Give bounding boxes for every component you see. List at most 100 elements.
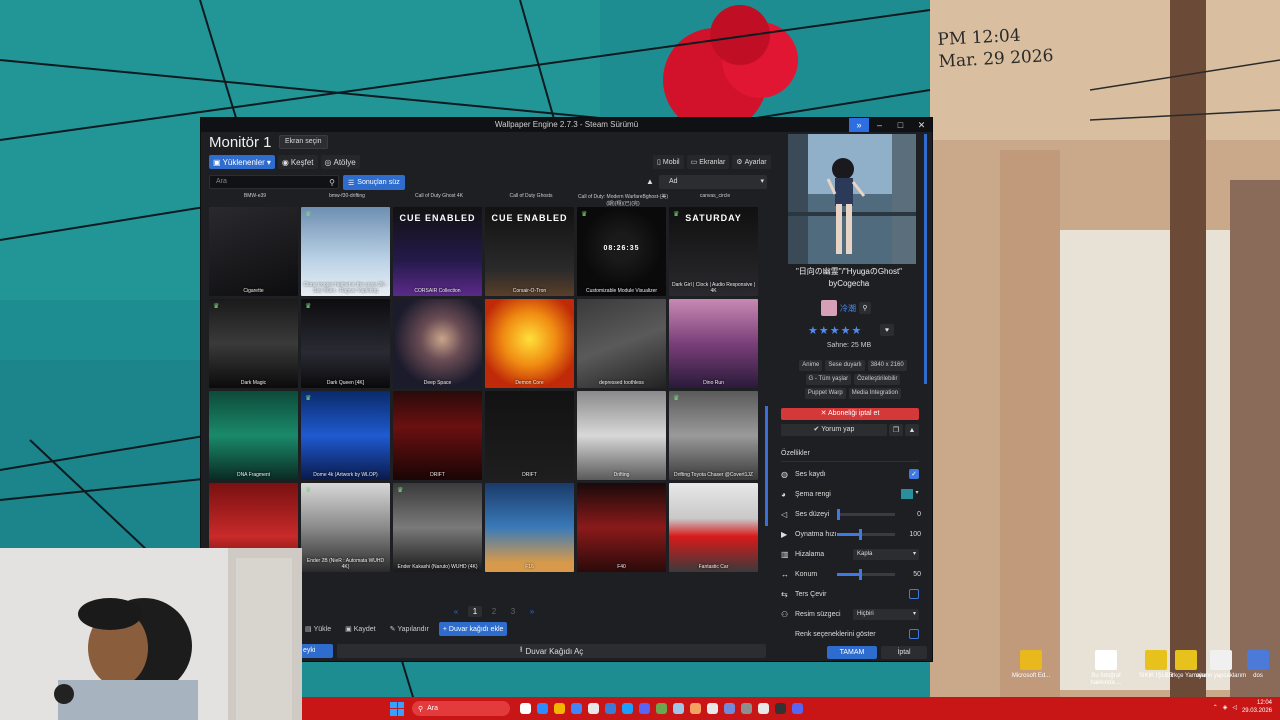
desktop-icon[interactable]: Bu fotoğraf hakkında ... (1080, 650, 1132, 687)
wallpaper-tile[interactable]: ♛ Dome 4k (Artwork by WLOP) (301, 391, 390, 480)
taskbar-app-icon[interactable] (775, 703, 786, 714)
page-current[interactable]: 1 (468, 606, 482, 617)
wallpaper-tile[interactable]: Demon Core (485, 299, 574, 388)
property-checkbox[interactable] (909, 629, 919, 639)
author-name[interactable]: 冷潮 (840, 303, 856, 314)
wallpaper-tile[interactable]: ♛ 08:26:35 Customizable Module Visualizer (577, 207, 666, 296)
color-picker[interactable]: ▾ (901, 489, 921, 499)
sort-select[interactable]: Ad (659, 175, 767, 189)
wallpaper-tile[interactable]: ♛ SATURDAY Dark Girl | Clock | Audio Respo… (669, 207, 758, 296)
property-slider[interactable] (837, 528, 895, 540)
collapse-panel-icon[interactable]: » (849, 118, 869, 132)
settings-button[interactable]: ⚙ Ayarlar (732, 155, 771, 169)
tab-workshop[interactable]: ◎ Atölye (320, 155, 360, 169)
tag[interactable]: Sese duyarlı (825, 360, 865, 371)
select-screen-button[interactable]: Ekran seçin (279, 135, 328, 149)
tab-installed[interactable]: ▣ Yüklenenler ▾ (209, 155, 275, 169)
wallpaper-tile[interactable]: CUE ENABLED Corsair-O-Tron (485, 207, 574, 296)
wallpaper-tile[interactable]: ♛ Dark Queen [4K] (301, 299, 390, 388)
warning-icon[interactable]: ▲ (905, 424, 919, 436)
taskbar-app-icon[interactable] (707, 703, 718, 714)
property-checkbox[interactable]: ✓ (909, 469, 919, 479)
tab-discover[interactable]: ◉ Keşfet (277, 155, 318, 169)
search-input[interactable]: Ara ⚲ (209, 175, 339, 189)
taskbar-app-icon[interactable] (673, 703, 684, 714)
tag[interactable]: G - Tüm yaşlar (805, 374, 852, 385)
configure-button[interactable]: ✎ Yapılandır (386, 622, 433, 636)
wallpaper-tile[interactable]: ♛ Drifting Toyota Chaser @Covert1JZ (669, 391, 758, 480)
clock[interactable]: 12:04 29.03.2026 (1242, 699, 1272, 715)
search-icon[interactable]: ⚲ (329, 177, 335, 189)
filter-results-button[interactable]: ☰ Sonuçları süz (343, 175, 405, 190)
wallpaper-tile[interactable]: F16 (485, 483, 574, 572)
last-page-icon[interactable]: » (525, 606, 539, 617)
property-select[interactable]: Hiçbiri (853, 608, 919, 620)
taskbar-search[interactable]: ⚲ Ara (412, 701, 510, 716)
wallpaper-tile[interactable]: depressed toothless (577, 299, 666, 388)
maximize-icon[interactable]: □ (890, 118, 911, 132)
tag[interactable]: Media Integration (848, 388, 902, 399)
property-slider[interactable] (837, 568, 895, 580)
wallpaper-tile[interactable]: Drifting (577, 391, 666, 480)
comment-button[interactable]: ✔ Yorum yap (781, 424, 887, 436)
taskbar-app-icon[interactable] (741, 703, 752, 714)
close-icon[interactable]: ✕ (911, 118, 932, 132)
desktop-icon[interactable]: dos (1232, 650, 1280, 680)
wallpaper-tile[interactable]: ♛ Ender 2B (NieR : Automata WUHD 4K) (301, 483, 390, 572)
truncated-button[interactable]: eyki (301, 644, 333, 658)
tray-chevron-icon[interactable]: ⌃ (1213, 704, 1218, 711)
tag[interactable]: 3840 x 2160 (867, 360, 907, 371)
taskbar-app-icon[interactable] (520, 703, 531, 714)
sort-direction-icon[interactable]: ▲ (646, 177, 654, 186)
start-icon[interactable] (390, 701, 404, 716)
grid-scrollbar-thumb[interactable] (765, 406, 768, 526)
tag[interactable]: Özelleştirilebilir (854, 374, 901, 385)
network-icon[interactable]: ◈ (1223, 704, 1228, 711)
wallpaper-tile[interactable]: CUE ENABLED CORSAIR Collection (393, 207, 482, 296)
taskbar-app-icon[interactable] (758, 703, 769, 714)
wallpaper-tile[interactable]: ♛ Clone trooper helmet in the snow 2K - S… (301, 207, 390, 296)
tag[interactable]: Anime (799, 360, 823, 371)
cancel-button[interactable]: İptal (881, 646, 927, 659)
open-wallpaper-button[interactable]: ⭱ Duvar Kağıdı Aç (337, 644, 766, 658)
save-button[interactable]: ▣ Kaydet (341, 622, 379, 636)
tag[interactable]: Puppet Warp (804, 388, 846, 399)
mobile-button[interactable]: ▯ Mobil (653, 155, 684, 169)
property-select[interactable]: Kapla (853, 548, 919, 560)
page-3[interactable]: 3 (506, 606, 520, 617)
volume-icon[interactable]: ◁ (1232, 704, 1237, 711)
taskbar-app-icon[interactable] (622, 703, 633, 714)
wallpaper-tile[interactable]: Deep Space (393, 299, 482, 388)
add-wallpaper-button[interactable]: + Duvar kağıdı ekle (438, 622, 508, 636)
slider-knob[interactable] (837, 508, 840, 520)
first-page-icon[interactable]: « (449, 606, 463, 617)
slider-knob[interactable] (859, 568, 862, 580)
property-checkbox[interactable] (909, 589, 919, 599)
desktop-icon[interactable]: Microsoft Ed... (1005, 650, 1057, 680)
wallpaper-tile[interactable]: Fantastic Car (669, 483, 758, 572)
avatar[interactable] (821, 300, 837, 316)
ok-button[interactable]: TAMAM (827, 646, 877, 659)
taskbar-app-icon[interactable] (792, 703, 803, 714)
grid-scrollbar-track[interactable] (765, 198, 769, 598)
page-2[interactable]: 2 (487, 606, 501, 617)
taskbar-app-icon[interactable] (605, 703, 616, 714)
slider-knob[interactable] (859, 528, 862, 540)
taskbar-app-icon[interactable] (724, 703, 735, 714)
unsubscribe-button[interactable]: ✕ Aboneliği iptal et (781, 408, 919, 420)
wallpaper-tile[interactable]: Dino Run (669, 299, 758, 388)
load-button[interactable]: ▤ Yükle (301, 622, 335, 636)
taskbar-app-icon[interactable] (656, 703, 667, 714)
taskbar-app-icon[interactable] (554, 703, 565, 714)
search-icon[interactable]: ⚲ (859, 302, 871, 314)
wallpaper-tile[interactable]: DNA Fragment (209, 391, 298, 480)
copy-icon[interactable]: ❐ (889, 424, 903, 436)
taskbar-app-icon[interactable] (690, 703, 701, 714)
wallpaper-tile[interactable]: ♛ Ender Kakashi (Naruto) WUHD (4K) (393, 483, 482, 572)
taskbar-app-icon[interactable] (537, 703, 548, 714)
wallpaper-tile[interactable]: DRIFT (485, 391, 574, 480)
wallpaper-tile[interactable]: Cigarette (209, 207, 298, 296)
taskbar-app-icon[interactable] (639, 703, 650, 714)
taskbar-app-icon[interactable] (588, 703, 599, 714)
wallpaper-tile[interactable]: ♛ Dark Magic (209, 299, 298, 388)
